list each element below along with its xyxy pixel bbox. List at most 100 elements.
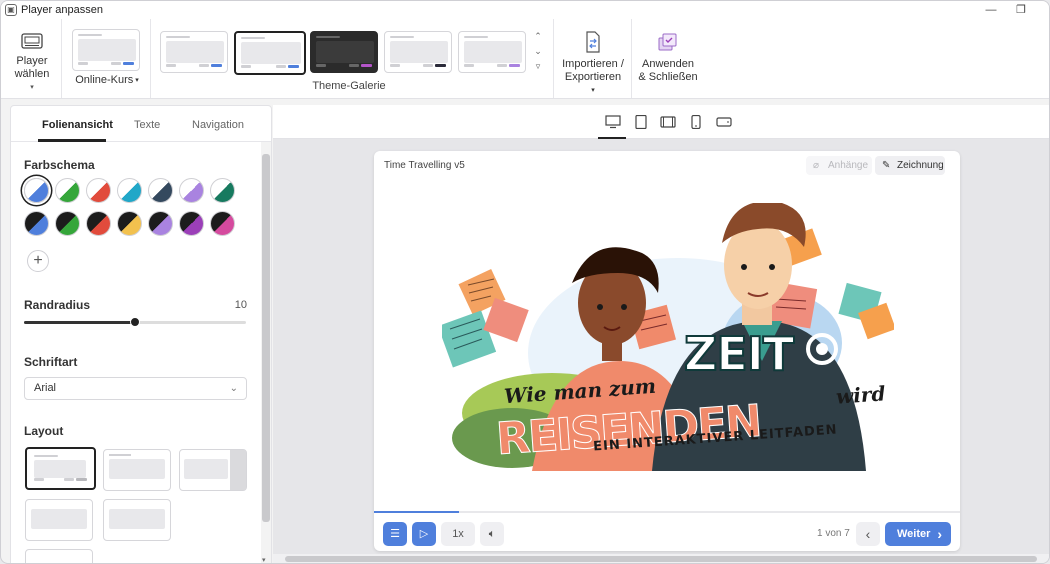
play-button[interactable]: ▷ xyxy=(412,522,436,546)
font-title: Schriftart xyxy=(24,355,78,369)
color-swatch[interactable] xyxy=(210,178,235,203)
tablet-portrait-icon[interactable] xyxy=(633,115,649,129)
ribbon-toolbar: Player wählen ▾ Online-Kurs ▾ ⌃ ⌄ ▿ Them… xyxy=(1,19,1049,99)
apply-close-group: Anwenden & Schließen xyxy=(632,19,704,98)
next-button[interactable]: Weiter › xyxy=(885,522,951,546)
settings-tabs: Folienansicht Texte Navigation xyxy=(11,106,271,142)
theme-thumbnail-2[interactable] xyxy=(234,31,306,75)
phone-landscape-icon[interactable] xyxy=(716,115,732,129)
border-radius-title: Randradius xyxy=(24,298,91,312)
chevron-right-icon: › xyxy=(937,526,942,542)
previous-button[interactable]: ‹ xyxy=(856,522,880,546)
color-swatch[interactable] xyxy=(86,178,111,203)
player-icon xyxy=(21,33,43,49)
paperclip-icon: ⌀ xyxy=(813,160,820,171)
speed-button[interactable]: 1x xyxy=(441,522,475,546)
color-swatch[interactable] xyxy=(55,211,80,236)
desktop-icon[interactable] xyxy=(605,115,621,129)
drawing-label: Zeichnung xyxy=(897,160,944,171)
course-type-thumbnail[interactable] xyxy=(72,29,140,71)
course-type-dropdown[interactable]: Online-Kurs ▾ xyxy=(72,74,142,87)
player-select-label: Player wählen xyxy=(14,55,50,80)
tablet-landscape-icon[interactable] xyxy=(660,115,676,129)
minimize-button[interactable]: — xyxy=(979,3,1003,17)
page-indicator: 1 von 7 xyxy=(817,528,850,539)
settings-scrollbar-thumb[interactable] xyxy=(262,154,270,522)
color-swatch[interactable] xyxy=(86,211,111,236)
theme-gallery-group: ⌃ ⌄ ▿ Theme-Galerie xyxy=(154,19,554,98)
color-swatch[interactable] xyxy=(148,211,173,236)
color-swatch[interactable] xyxy=(117,211,142,236)
layout-option-1[interactable] xyxy=(25,447,96,490)
player-select-button[interactable]: Player wählen ▾ xyxy=(11,31,53,94)
font-select[interactable]: Arial ⌄ xyxy=(24,377,247,400)
play-icon: ▷ xyxy=(419,528,429,540)
layout-option-5[interactable] xyxy=(103,499,171,541)
chevron-down-icon: ▾ xyxy=(30,84,34,91)
window-title: Player anpassen xyxy=(21,4,103,16)
phone-portrait-icon[interactable] xyxy=(688,115,704,129)
color-swatch[interactable] xyxy=(24,178,49,203)
import-export-button[interactable]: Importieren / Exportieren ▾ xyxy=(560,31,626,97)
chevron-down-icon: ▾ xyxy=(135,77,139,84)
import-export-icon xyxy=(586,31,600,53)
color-swatch[interactable] xyxy=(55,178,80,203)
theme-thumbnail-1[interactable] xyxy=(160,31,228,73)
tab-navigation[interactable]: Navigation xyxy=(192,119,244,131)
color-swatch[interactable] xyxy=(148,178,173,203)
drawing-button[interactable]: ✎ Zeichnung xyxy=(875,156,945,175)
layout-option-4[interactable] xyxy=(25,499,93,541)
gallery-down-icon[interactable]: ⌄ xyxy=(532,44,544,59)
import-export-label: Importieren / Exportieren xyxy=(562,58,624,83)
settings-panel: Folienansicht Texte Navigation Farbschem… xyxy=(10,105,272,563)
course-title: Time Travelling v5 xyxy=(384,160,465,171)
slider-handle[interactable] xyxy=(130,317,140,327)
font-select-value: Arial xyxy=(34,382,57,394)
volume-button[interactable]: 🔈︎ xyxy=(480,522,504,546)
attachments-button[interactable]: ⌀ Anhänge xyxy=(806,156,872,175)
scroll-down-icon[interactable]: ▾ xyxy=(262,556,266,563)
tab-texts[interactable]: Texte xyxy=(134,119,160,131)
border-radius-slider[interactable] xyxy=(24,317,246,327)
slide-title-zeit: ZEIT xyxy=(683,326,795,382)
color-swatch[interactable] xyxy=(179,211,204,236)
apply-close-label: Anwenden & Schließen xyxy=(638,58,698,83)
layout-option-3[interactable] xyxy=(179,449,247,491)
layout-option-2[interactable] xyxy=(103,449,171,491)
gallery-scroll-controls: ⌃ ⌄ ▿ xyxy=(532,29,544,75)
color-scheme-title: Farbschema xyxy=(24,158,95,172)
settings-scrollbar[interactable]: ▾ xyxy=(261,142,271,563)
apply-close-button[interactable]: Anwenden & Schließen xyxy=(638,31,698,84)
import-export-group: Importieren / Exportieren ▾ xyxy=(554,19,632,98)
preview-horizontal-scrollbar[interactable] xyxy=(273,554,1049,563)
preview-area: Time Travelling v5 ⌀ Anhänge ✎ Zeichnung xyxy=(273,105,1049,563)
layout-option-6[interactable] xyxy=(25,549,93,563)
color-swatch[interactable] xyxy=(179,178,204,203)
gallery-up-icon[interactable]: ⌃ xyxy=(532,29,544,44)
volume-icon: 🔈︎ xyxy=(488,528,496,540)
theme-thumbnail-4[interactable] xyxy=(384,31,452,73)
list-icon: ☰ xyxy=(390,528,400,540)
course-type-group: Online-Kurs ▾ xyxy=(62,19,151,98)
theme-thumbnail-3[interactable] xyxy=(310,31,378,73)
restore-button[interactable]: ❐ xyxy=(1009,3,1033,17)
border-radius-value: 10 xyxy=(234,299,247,311)
theme-thumbnail-5[interactable] xyxy=(458,31,526,73)
tab-slide-view[interactable]: Folienansicht xyxy=(42,119,113,131)
gallery-expand-icon[interactable]: ▿ xyxy=(532,59,544,74)
attachments-label: Anhänge xyxy=(828,160,869,171)
slider-fill xyxy=(24,321,135,324)
color-swatch[interactable] xyxy=(117,178,142,203)
add-color-scheme-button[interactable]: + xyxy=(27,250,49,272)
chevron-down-icon: ⌄ xyxy=(229,383,238,394)
outline-button[interactable]: ☰ xyxy=(383,522,407,546)
device-switcher xyxy=(273,105,1049,139)
course-type-label: Online-Kurs xyxy=(75,74,134,86)
color-swatch[interactable] xyxy=(24,211,49,236)
slide-title-wird: wird xyxy=(835,381,887,409)
color-swatch[interactable] xyxy=(210,211,235,236)
player-select-group: Player wählen ▾ xyxy=(1,19,62,98)
preview-scrollbar-thumb[interactable] xyxy=(285,556,1037,562)
pen-icon: ✎ xyxy=(882,160,891,171)
chevron-down-icon: ▾ xyxy=(591,87,595,94)
